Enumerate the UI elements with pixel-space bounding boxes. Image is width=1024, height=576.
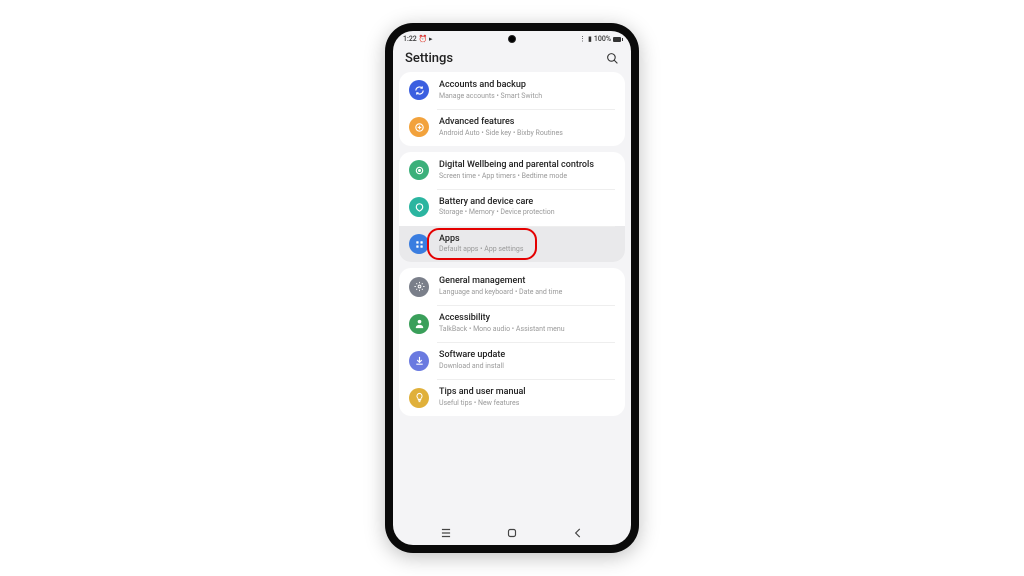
settings-item-subtitle: Language and keyboard • Date and time <box>439 288 615 297</box>
settings-item-subtitle: Useful tips • New features <box>439 399 615 408</box>
status-time: 1:22 <box>403 35 417 43</box>
apps-icon <box>409 234 429 254</box>
battery-icon <box>409 197 429 217</box>
accounts-icon <box>409 80 429 100</box>
settings-item-subtitle: Download and install <box>439 362 615 371</box>
settings-group: General managementLanguage and keyboard … <box>399 268 625 416</box>
battery-text: 100% <box>594 35 611 43</box>
settings-item-subtitle: Android Auto • Side key • Bixby Routines <box>439 129 615 138</box>
software-icon <box>409 351 429 371</box>
wifi-icon: ⋮ <box>579 35 586 43</box>
wellbeing-icon <box>409 160 429 180</box>
settings-item-subtitle: Default apps • App settings <box>439 245 615 254</box>
settings-item-text: Accounts and backupManage accounts • Sma… <box>439 80 615 101</box>
settings-group: Accounts and backupManage accounts • Sma… <box>399 72 625 146</box>
page-title: Settings <box>405 51 453 66</box>
search-button[interactable] <box>606 52 619 65</box>
video-icon: ▸ <box>429 35 433 43</box>
settings-item-text: Software updateDownload and install <box>439 350 615 371</box>
settings-item-text: AccessibilityTalkBack • Mono audio • Ass… <box>439 313 615 334</box>
settings-item-apps[interactable]: AppsDefault apps • App settings <box>399 226 625 263</box>
settings-item-text: General managementLanguage and keyboard … <box>439 276 615 297</box>
settings-item-advanced[interactable]: Advanced featuresAndroid Auto • Side key… <box>399 109 625 146</box>
tips-icon <box>409 388 429 408</box>
settings-item-accessibility[interactable]: AccessibilityTalkBack • Mono audio • Ass… <box>399 305 625 342</box>
settings-item-title: Advanced features <box>439 117 615 128</box>
settings-list[interactable]: Accounts and backupManage accounts • Sma… <box>393 72 631 521</box>
settings-item-text: Advanced featuresAndroid Auto • Side key… <box>439 117 615 138</box>
settings-item-tips[interactable]: Tips and user manualUseful tips • New fe… <box>399 379 625 416</box>
settings-item-subtitle: Storage • Memory • Device protection <box>439 208 615 217</box>
settings-item-title: Battery and device care <box>439 197 615 208</box>
screen: 1:22 ⏰ ▸ ⋮ ▮ 100% Settings Accounts and … <box>393 31 631 545</box>
phone-frame: 1:22 ⏰ ▸ ⋮ ▮ 100% Settings Accounts and … <box>385 23 639 553</box>
settings-item-accounts[interactable]: Accounts and backupManage accounts • Sma… <box>399 72 625 109</box>
settings-item-battery[interactable]: Battery and device careStorage • Memory … <box>399 189 625 226</box>
accessibility-icon <box>409 314 429 334</box>
alarm-icon: ⏰ <box>419 35 428 43</box>
settings-item-subtitle: Manage accounts • Smart Switch <box>439 92 615 101</box>
recents-button[interactable] <box>439 526 453 540</box>
advanced-icon <box>409 117 429 137</box>
settings-item-text: AppsDefault apps • App settings <box>439 234 615 255</box>
app-header: Settings <box>393 47 631 72</box>
settings-item-subtitle: Screen time • App timers • Bedtime mode <box>439 172 615 181</box>
signal-icon: ▮ <box>588 35 592 43</box>
settings-item-subtitle: TalkBack • Mono audio • Assistant menu <box>439 325 615 334</box>
status-right: ⋮ ▮ 100% <box>579 35 621 43</box>
status-left: 1:22 ⏰ ▸ <box>403 35 433 43</box>
settings-item-title: Accounts and backup <box>439 80 615 91</box>
battery-icon <box>613 37 621 42</box>
settings-item-title: Digital Wellbeing and parental controls <box>439 160 615 171</box>
settings-item-title: Software update <box>439 350 615 361</box>
settings-item-title: General management <box>439 276 615 287</box>
settings-item-text: Tips and user manualUseful tips • New fe… <box>439 387 615 408</box>
general-icon <box>409 277 429 297</box>
back-button[interactable] <box>571 526 585 540</box>
settings-item-general[interactable]: General managementLanguage and keyboard … <box>399 268 625 305</box>
home-button[interactable] <box>505 526 519 540</box>
settings-item-title: Accessibility <box>439 313 615 324</box>
front-camera <box>508 35 516 43</box>
settings-item-text: Battery and device careStorage • Memory … <box>439 197 615 218</box>
android-nav-bar <box>393 521 631 545</box>
settings-item-wellbeing[interactable]: Digital Wellbeing and parental controlsS… <box>399 152 625 189</box>
settings-item-title: Apps <box>439 234 615 245</box>
settings-group: Digital Wellbeing and parental controlsS… <box>399 152 625 263</box>
settings-item-text: Digital Wellbeing and parental controlsS… <box>439 160 615 181</box>
settings-item-title: Tips and user manual <box>439 387 615 398</box>
settings-item-software[interactable]: Software updateDownload and install <box>399 342 625 379</box>
